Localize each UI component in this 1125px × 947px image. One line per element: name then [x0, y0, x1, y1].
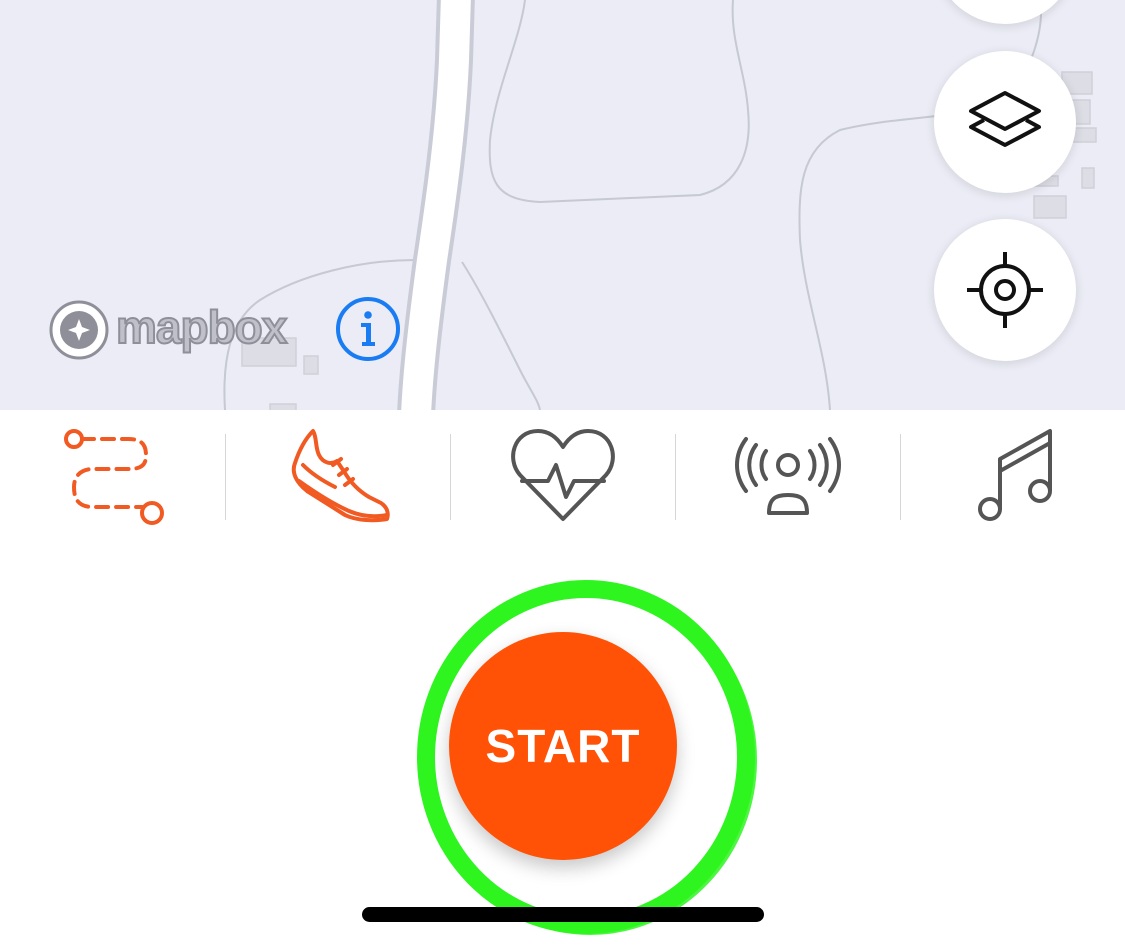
- toolbar-voice-coach-button[interactable]: [675, 410, 900, 540]
- screen: mapbox START: [0, 0, 1125, 947]
- mapbox-logo: mapbox: [48, 298, 288, 362]
- toolbar-route-button[interactable]: [0, 410, 225, 540]
- map-info-button[interactable]: [335, 296, 401, 362]
- home-indicator[interactable]: [362, 907, 764, 922]
- map-view[interactable]: mapbox: [0, 0, 1125, 410]
- heart-rate-icon: [510, 429, 615, 521]
- layers-icon: [969, 91, 1041, 147]
- route-icon: [63, 429, 164, 525]
- activity-toolbar: [0, 410, 1125, 540]
- running-shoe-icon: [291, 429, 390, 523]
- info-circle-icon: [336, 297, 400, 361]
- toolbar-music-button[interactable]: [900, 410, 1125, 540]
- toolbar-heart-rate-button[interactable]: [450, 410, 675, 540]
- mapbox-logo-icon: [49, 300, 109, 360]
- music-note-icon: [977, 429, 1052, 521]
- start-button[interactable]: START: [449, 632, 677, 860]
- crosshair-icon: [967, 252, 1043, 328]
- toolbar-shoe-button[interactable]: [225, 410, 450, 540]
- voice-broadcast-icon: [734, 437, 841, 515]
- locate-me-button[interactable]: [934, 219, 1076, 361]
- mapbox-logo-text: mapbox: [115, 301, 288, 353]
- layers-button[interactable]: [934, 51, 1076, 193]
